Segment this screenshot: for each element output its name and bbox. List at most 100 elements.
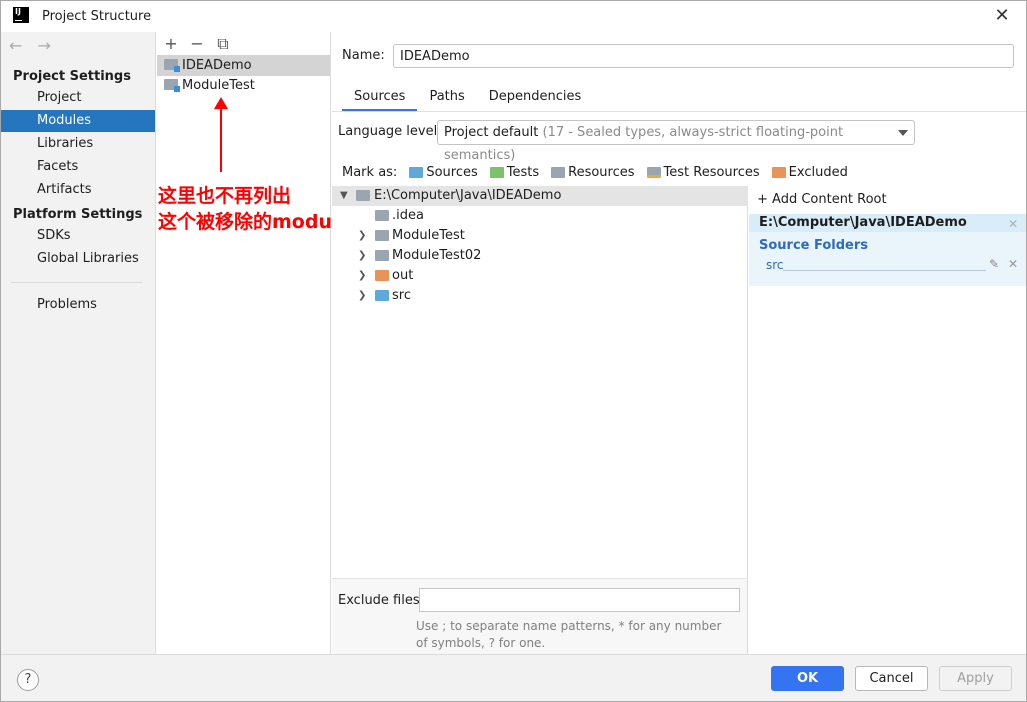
content-root-path-label: E:\Computer\Java\IDEADemo <box>759 215 967 230</box>
mark-as-excluded-button[interactable]: Excluded <box>771 165 848 180</box>
content-root-panel: + Add Content Root E:\Computer\Java\IDEA… <box>749 186 1026 654</box>
exclude-files-label: Exclude files: <box>338 593 425 608</box>
mark-as-test-resources-button[interactable]: Test Resources <box>646 165 760 180</box>
chevron-right-icon[interactable]: ❯ <box>358 246 368 266</box>
source-folder-item: src <box>766 258 784 272</box>
tree-label: .idea <box>392 208 424 223</box>
sidebar-item-problems[interactable]: Problems <box>1 294 155 316</box>
module-label: ModuleTest <box>182 78 255 93</box>
chevron-right-icon[interactable]: ❯ <box>358 226 368 246</box>
forward-arrow-icon[interactable]: → <box>38 36 51 55</box>
tab-dependencies[interactable]: Dependencies <box>477 86 594 112</box>
exclude-files-hint: Use ; to separate name patterns, * for a… <box>416 619 722 650</box>
module-list-panel: + − ⧉ IDEADemo ModuleTest <box>157 32 331 654</box>
chevron-right-icon[interactable]: ❯ <box>358 266 368 286</box>
add-icon[interactable]: + <box>163 34 179 54</box>
project-structure-dialog: IJ Project Structure ✕ ← → Project Setti… <box>0 0 1027 702</box>
folder-icon <box>356 190 370 201</box>
sidebar-divider <box>11 282 143 283</box>
ok-button[interactable]: OK <box>771 666 844 691</box>
annotation-line-1: 这里也不再列出 <box>158 185 292 207</box>
tests-folder-icon <box>489 167 504 178</box>
sidebar-item-project[interactable]: Project <box>1 87 155 109</box>
module-label: IDEADemo <box>182 58 252 73</box>
resources-folder-icon <box>551 167 566 178</box>
content-root-box: E:\Computer\Java\IDEADemo ✕ Source Folde… <box>749 214 1026 286</box>
help-icon[interactable]: ? <box>17 669 39 691</box>
mark-as-resources-button[interactable]: Resources <box>551 165 635 180</box>
language-level-value: Project default <box>444 125 539 140</box>
tree-label: ModuleTest02 <box>392 248 482 263</box>
sources-folder-icon <box>375 290 389 301</box>
mark-as-label: Mark as: <box>342 165 398 180</box>
sidebar-item-libraries[interactable]: Libraries <box>1 133 155 155</box>
tab-paths[interactable]: Paths <box>417 86 476 112</box>
tree-row-out[interactable]: ❯ out <box>332 266 748 286</box>
source-folders-heading: Source Folders <box>759 238 869 253</box>
edit-pencil-icon[interactable]: ✎ <box>989 257 999 271</box>
folder-icon <box>375 210 389 221</box>
test-resources-folder-icon <box>646 167 661 178</box>
exclude-files-input[interactable] <box>419 588 740 612</box>
sources-folder-icon <box>409 167 424 178</box>
module-icon <box>164 79 180 92</box>
platform-settings-heading: Platform Settings <box>13 207 143 222</box>
tree-row-src[interactable]: ❯ src <box>332 286 748 306</box>
chevron-down-icon[interactable]: ▼ <box>340 186 350 206</box>
apply-button[interactable]: Apply <box>939 666 1012 691</box>
mark-as-test-resources-label: Test Resources <box>663 165 760 180</box>
tree-row-idea[interactable]: .idea <box>332 206 748 226</box>
excluded-folder-icon <box>375 270 389 281</box>
tree-label: E:\Computer\Java\IDEADemo <box>374 188 562 203</box>
tab-sources[interactable]: Sources <box>342 86 418 112</box>
remove-source-icon[interactable]: ✕ <box>1008 257 1018 271</box>
exclude-files-area: Exclude files: Use ; to separate name pa… <box>332 578 748 654</box>
name-label: Name: <box>342 48 385 63</box>
remove-root-icon[interactable]: ✕ <box>1008 215 1018 233</box>
project-settings-heading: Project Settings <box>13 69 131 84</box>
tabs-divider <box>332 111 1026 112</box>
sidebar-item-sdks[interactable]: SDKs <box>1 225 155 247</box>
tree-row-moduletest02[interactable]: ❯ ModuleTest02 <box>332 246 748 266</box>
mark-as-bar: Mark as: Sources Tests Resources Test Re… <box>342 165 848 180</box>
tree-row-root[interactable]: ▼ E:\Computer\Java\IDEADemo <box>332 186 748 206</box>
dialog-footer: ? OK Cancel Apply <box>1 654 1026 701</box>
sidebar-item-artifacts[interactable]: Artifacts <box>1 179 155 201</box>
tree-row-moduletest[interactable]: ❯ ModuleTest <box>332 226 748 246</box>
copy-icon[interactable]: ⧉ <box>215 34 231 54</box>
mark-as-excluded-label: Excluded <box>788 165 848 180</box>
remove-icon[interactable]: − <box>189 34 205 54</box>
language-level-select[interactable]: Project default (17 - Sealed types, alwa… <box>437 120 915 163</box>
close-icon[interactable]: ✕ <box>991 5 1013 27</box>
annotation-line-2: 这个被移除的module <box>158 211 352 233</box>
tree-label: src <box>392 288 411 303</box>
content-tree: ▼ E:\Computer\Java\IDEADemo .idea ❯ Modu… <box>332 186 748 578</box>
module-detail-panel: Name: Sources Paths Dependencies Languag… <box>332 32 1026 654</box>
sidebar-item-modules[interactable]: Modules <box>1 110 155 132</box>
folder-icon <box>375 250 389 261</box>
add-content-root-button[interactable]: + Add Content Root <box>757 192 887 207</box>
module-item-ideademo[interactable]: IDEADemo <box>157 55 330 76</box>
module-tabs: Sources Paths Dependencies <box>342 86 593 112</box>
sidebar-item-global-libraries[interactable]: Global Libraries <box>1 248 155 270</box>
mark-as-sources-label: Sources <box>426 165 478 180</box>
settings-sidebar: ← → Project Settings Project Modules Lib… <box>1 32 156 654</box>
cancel-button[interactable]: Cancel <box>855 666 928 691</box>
language-level-label: Language level: <box>338 124 442 139</box>
mark-as-tests-button[interactable]: Tests <box>489 165 540 180</box>
chevron-right-icon[interactable]: ❯ <box>358 286 368 306</box>
module-name-input[interactable] <box>393 44 1014 68</box>
annotation-arrow-line <box>220 105 222 172</box>
module-toolbar: + − ⧉ <box>163 34 231 54</box>
intellij-app-icon: IJ <box>13 7 29 23</box>
tree-label: ModuleTest <box>392 228 465 243</box>
window-title: Project Structure <box>42 9 152 24</box>
excluded-folder-icon <box>771 167 786 178</box>
mark-as-tests-label: Tests <box>506 165 540 180</box>
module-item-moduletest[interactable]: ModuleTest <box>157 75 330 96</box>
mark-as-sources-button[interactable]: Sources <box>409 165 478 180</box>
back-arrow-icon[interactable]: ← <box>9 36 22 55</box>
title-bar: IJ Project Structure ✕ <box>1 1 1026 32</box>
module-icon <box>164 59 180 72</box>
sidebar-item-facets[interactable]: Facets <box>1 156 155 178</box>
